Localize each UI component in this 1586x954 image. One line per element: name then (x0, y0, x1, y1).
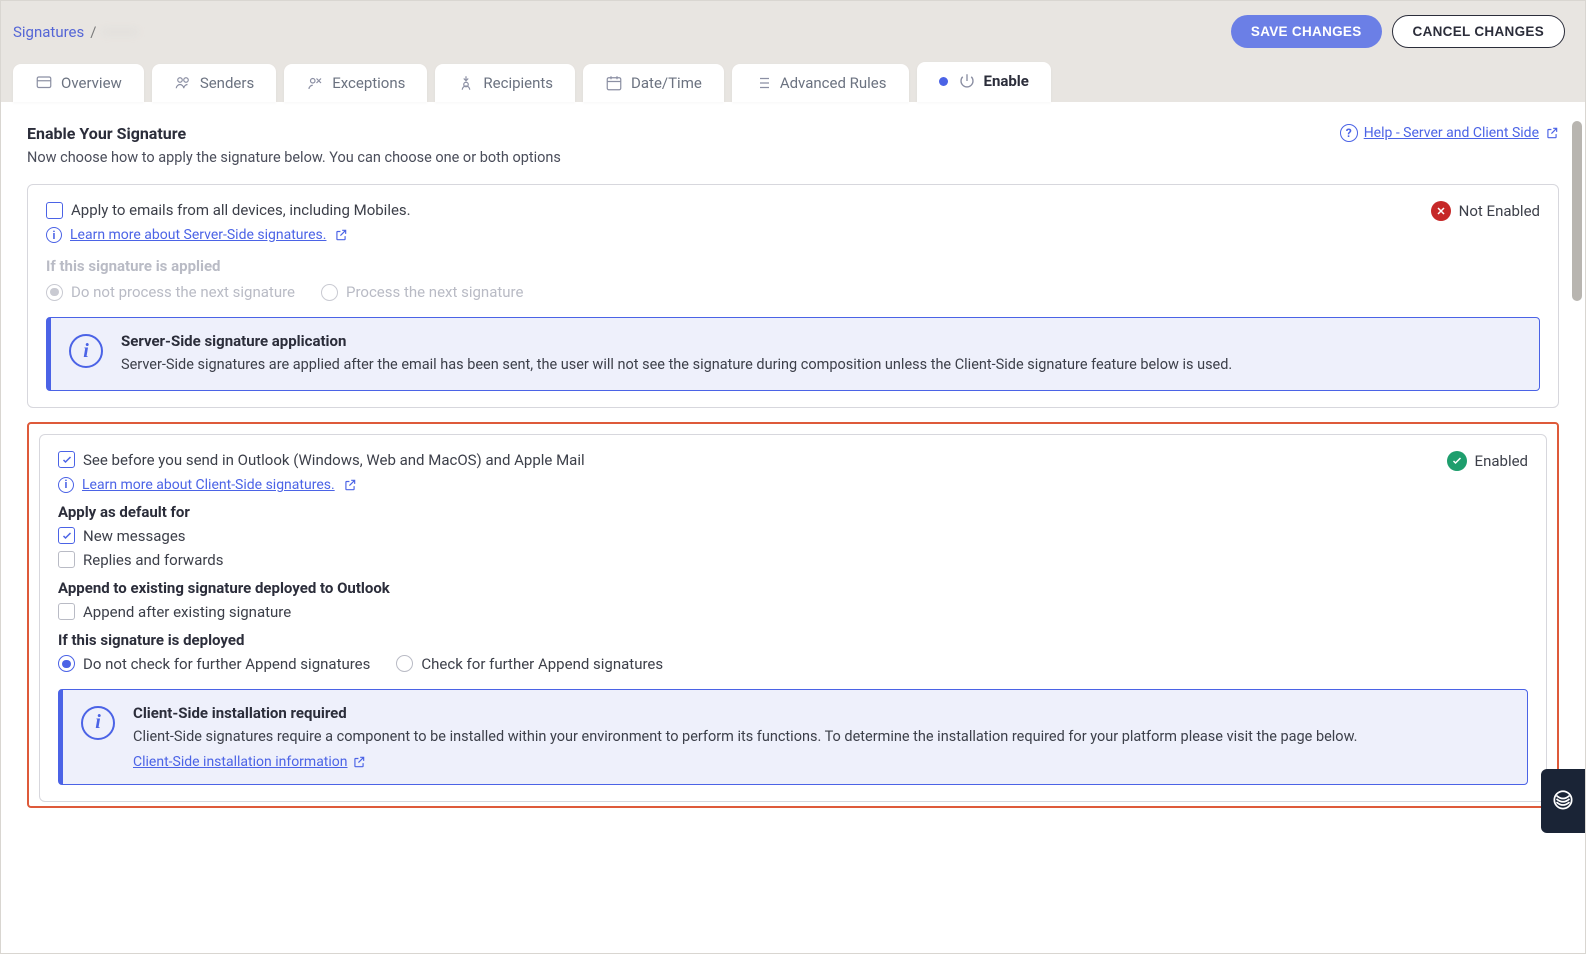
server-radio-b-label: Process the next signature (346, 283, 523, 301)
append-after-label: Append after existing signature (83, 603, 291, 621)
active-dot-icon (939, 77, 948, 86)
tab-overview[interactable]: Overview (13, 64, 144, 102)
calendar-icon (605, 74, 623, 92)
tab-exceptions[interactable]: Exceptions (284, 64, 427, 102)
external-link-icon (1545, 126, 1559, 140)
page-subtitle: Now choose how to apply the signature be… (27, 149, 561, 166)
tab-label: Senders (200, 74, 254, 92)
scrollbar-thumb[interactable] (1572, 121, 1582, 301)
client-radio-b[interactable]: Check for further Append signatures (396, 655, 663, 673)
tab-label: Overview (61, 74, 122, 92)
info-icon: i (46, 227, 62, 243)
client-see-before-checkbox[interactable] (58, 451, 75, 468)
page-title: Enable Your Signature (27, 124, 561, 143)
client-radio-b-label: Check for further Append signatures (421, 655, 663, 673)
server-radio-b-input (321, 284, 338, 301)
tab-label: Date/Time (631, 74, 702, 92)
client-radio-a-label: Do not check for further Append signatur… (83, 655, 370, 673)
client-side-highlight: See before you send in Outlook (Windows,… (27, 422, 1559, 808)
client-install-link[interactable]: Client-Side installation information (133, 754, 366, 770)
status-enabled-icon (1447, 451, 1467, 471)
server-radio-a: Do not process the next signature (46, 283, 295, 301)
client-install-link-text: Client-Side installation information (133, 754, 348, 770)
client-status: Enabled (1447, 451, 1528, 471)
new-messages-checkbox[interactable] (58, 527, 75, 544)
page-heading: Enable Your Signature Now choose how to … (27, 124, 561, 166)
server-status: Not Enabled (1431, 201, 1540, 221)
tabs: Overview Senders Exceptions Recipients D… (1, 62, 1585, 102)
breadcrumb-leaf (102, 30, 138, 34)
power-icon (958, 72, 976, 90)
server-applied-heading: If this signature is applied (46, 257, 1540, 275)
replies-forwards-checkbox[interactable] (58, 551, 75, 568)
breadcrumb: Signatures / (13, 23, 138, 41)
server-apply-label: Apply to emails from all devices, includ… (71, 201, 411, 219)
server-status-text: Not Enabled (1459, 202, 1540, 220)
server-radio-a-label: Do not process the next signature (71, 283, 295, 301)
client-callout-body: Client-Side signatures require a compone… (133, 726, 1357, 748)
tab-advanced-rules[interactable]: Advanced Rules (732, 64, 909, 102)
tab-label: Exceptions (332, 74, 405, 92)
help-link-text[interactable]: Help - Server and Client Side (1364, 125, 1539, 141)
append-after-checkbox[interactable] (58, 603, 75, 620)
client-side-panel: See before you send in Outlook (Windows,… (39, 434, 1547, 802)
help-icon: ? (1340, 124, 1358, 142)
client-callout-title: Client-Side installation required (133, 704, 1357, 722)
tab-senders[interactable]: Senders (152, 64, 276, 102)
server-info-callout: i Server-Side signature application Serv… (46, 317, 1540, 391)
client-info-callout: i Client-Side installation required Clie… (58, 689, 1528, 785)
client-radio-a-input[interactable] (58, 655, 75, 672)
server-learn-more-link[interactable]: Learn more about Server-Side signatures. (70, 227, 326, 243)
tab-enable[interactable]: Enable (917, 62, 1051, 102)
external-link-icon (343, 478, 357, 492)
server-radio-a-input (46, 284, 63, 301)
server-apply-checkbox[interactable] (46, 202, 63, 219)
breadcrumb-root[interactable]: Signatures (13, 23, 84, 41)
client-radio-a[interactable]: Do not check for further Append signatur… (58, 655, 370, 673)
cancel-button[interactable]: CANCEL CHANGES (1392, 15, 1565, 48)
chat-widget[interactable] (1541, 769, 1585, 833)
info-icon: i (58, 477, 74, 493)
recipients-icon (457, 74, 475, 92)
tab-label: Enable (984, 72, 1029, 90)
info-icon: i (69, 334, 103, 368)
breadcrumb-sep: / (90, 23, 96, 41)
save-button[interactable]: SAVE CHANGES (1231, 15, 1382, 48)
tab-datetime[interactable]: Date/Time (583, 64, 724, 102)
external-link-icon (352, 755, 366, 769)
content: Enable Your Signature Now choose how to … (1, 102, 1585, 828)
client-status-text: Enabled (1475, 452, 1528, 470)
server-radio-b: Process the next signature (321, 283, 523, 301)
server-callout-body: Server-Side signatures are applied after… (121, 354, 1232, 376)
client-learn-more-link[interactable]: Learn more about Client-Side signatures. (82, 477, 335, 493)
deployed-heading: If this signature is deployed (58, 631, 1528, 649)
new-messages-label: New messages (83, 527, 186, 545)
append-heading: Append to existing signature deployed to… (58, 579, 1528, 597)
tab-label: Advanced Rules (780, 74, 887, 92)
overview-icon (35, 74, 53, 92)
client-see-before-label: See before you send in Outlook (Windows,… (83, 451, 585, 469)
help-link[interactable]: ? Help - Server and Client Side (1340, 124, 1559, 142)
info-icon: i (81, 706, 115, 740)
tab-label: Recipients (483, 74, 553, 92)
apply-default-heading: Apply as default for (58, 503, 1528, 521)
topbar: Signatures / SAVE CHANGES CANCEL CHANGES (1, 1, 1585, 62)
senders-icon (174, 74, 192, 92)
status-not-enabled-icon (1431, 201, 1451, 221)
external-link-icon (334, 228, 348, 242)
replies-forwards-label: Replies and forwards (83, 551, 224, 569)
server-callout-title: Server-Side signature application (121, 332, 1232, 350)
client-radio-b-input[interactable] (396, 655, 413, 672)
tab-recipients[interactable]: Recipients (435, 64, 575, 102)
list-icon (754, 74, 772, 92)
server-side-panel: Apply to emails from all devices, includ… (27, 184, 1559, 408)
exceptions-icon (306, 74, 324, 92)
